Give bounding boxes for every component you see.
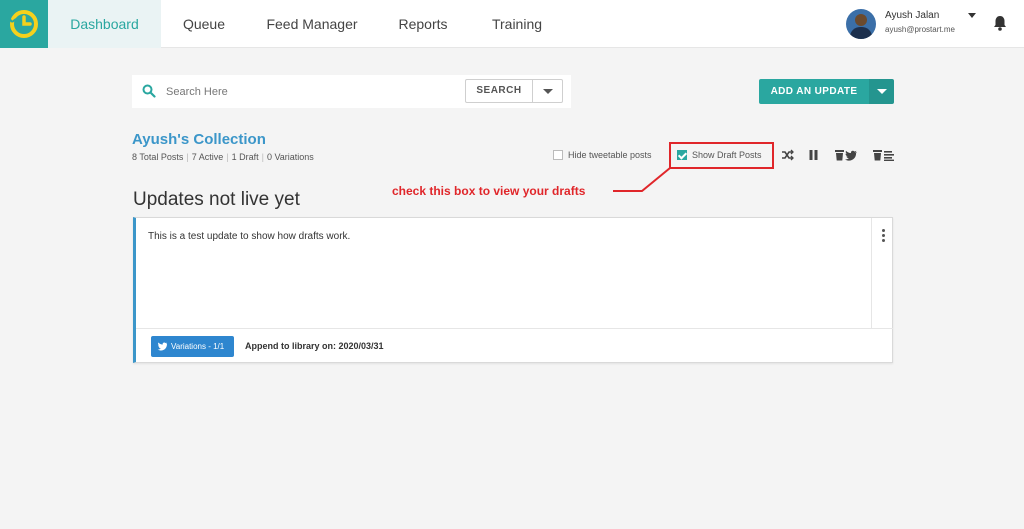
stat-total: 8 Total Posts [132, 152, 184, 162]
collection-title[interactable]: Ayush's Collection [132, 131, 266, 148]
nav-feed-manager[interactable]: Feed Manager [258, 0, 366, 48]
caret-down-icon [543, 89, 553, 94]
delete-list-icon[interactable] [872, 149, 896, 161]
add-update-dropdown[interactable] [869, 79, 894, 104]
pause-icon[interactable] [808, 149, 819, 161]
top-nav: Dashboard Queue Feed Manager Reports Tra… [0, 0, 1024, 48]
show-draft-label: Show Draft Posts [692, 150, 762, 160]
stat-draft: 1 Draft [231, 152, 259, 162]
nav-queue[interactable]: Queue [165, 0, 243, 48]
update-footer: Variations - 1/1 Append to library on: 2… [136, 328, 893, 363]
more-options-icon[interactable] [871, 218, 893, 328]
nav-training[interactable]: Training [478, 0, 556, 48]
search-icon [142, 84, 156, 98]
user-name[interactable]: Ayush Jalan [885, 10, 939, 21]
clock-logo-icon[interactable] [0, 0, 48, 48]
nav-reports[interactable]: Reports [384, 0, 462, 48]
show-draft-option[interactable]: Show Draft Posts [677, 150, 762, 160]
update-card[interactable]: This is a test update to show how drafts… [133, 217, 893, 363]
twitter-icon [157, 342, 167, 351]
search-button[interactable]: SEARCH [465, 79, 533, 103]
append-date: Append to library on: 2020/03/31 [245, 341, 384, 351]
hide-tweetable-option[interactable]: Hide tweetable posts [553, 150, 652, 160]
annotation-arrow [613, 167, 671, 192]
caret-down-icon [877, 89, 887, 94]
annotation-text: check this box to view your drafts [392, 184, 586, 198]
update-text[interactable]: This is a test update to show how drafts… [148, 231, 350, 242]
collection-stats: 8 Total Posts | 7 Active | 1 Draft | 0 Variati… [132, 152, 314, 162]
search-input[interactable] [166, 75, 456, 108]
add-update-button[interactable]: ADD AN UPDATE [759, 79, 869, 104]
hide-tweetable-checkbox[interactable] [553, 150, 563, 160]
delete-tweets-icon[interactable] [834, 149, 858, 161]
hide-tweetable-label: Hide tweetable posts [568, 150, 652, 160]
user-email: ayush@prostart.me [885, 25, 955, 34]
variations-label: Variations - 1/1 [171, 342, 225, 351]
section-title: Updates not live yet [133, 189, 300, 210]
caret-down-icon[interactable] [968, 13, 976, 18]
search-options-dropdown[interactable] [533, 79, 563, 103]
stat-variations: 0 Variations [266, 152, 314, 162]
bell-icon[interactable] [993, 15, 1007, 31]
shuffle-icon[interactable] [781, 149, 794, 161]
avatar[interactable] [846, 9, 876, 39]
stat-active: 7 Active [191, 152, 224, 162]
show-draft-checkbox[interactable] [677, 150, 687, 160]
variations-button[interactable]: Variations - 1/1 [151, 336, 234, 357]
nav-dashboard[interactable]: Dashboard [48, 0, 161, 48]
